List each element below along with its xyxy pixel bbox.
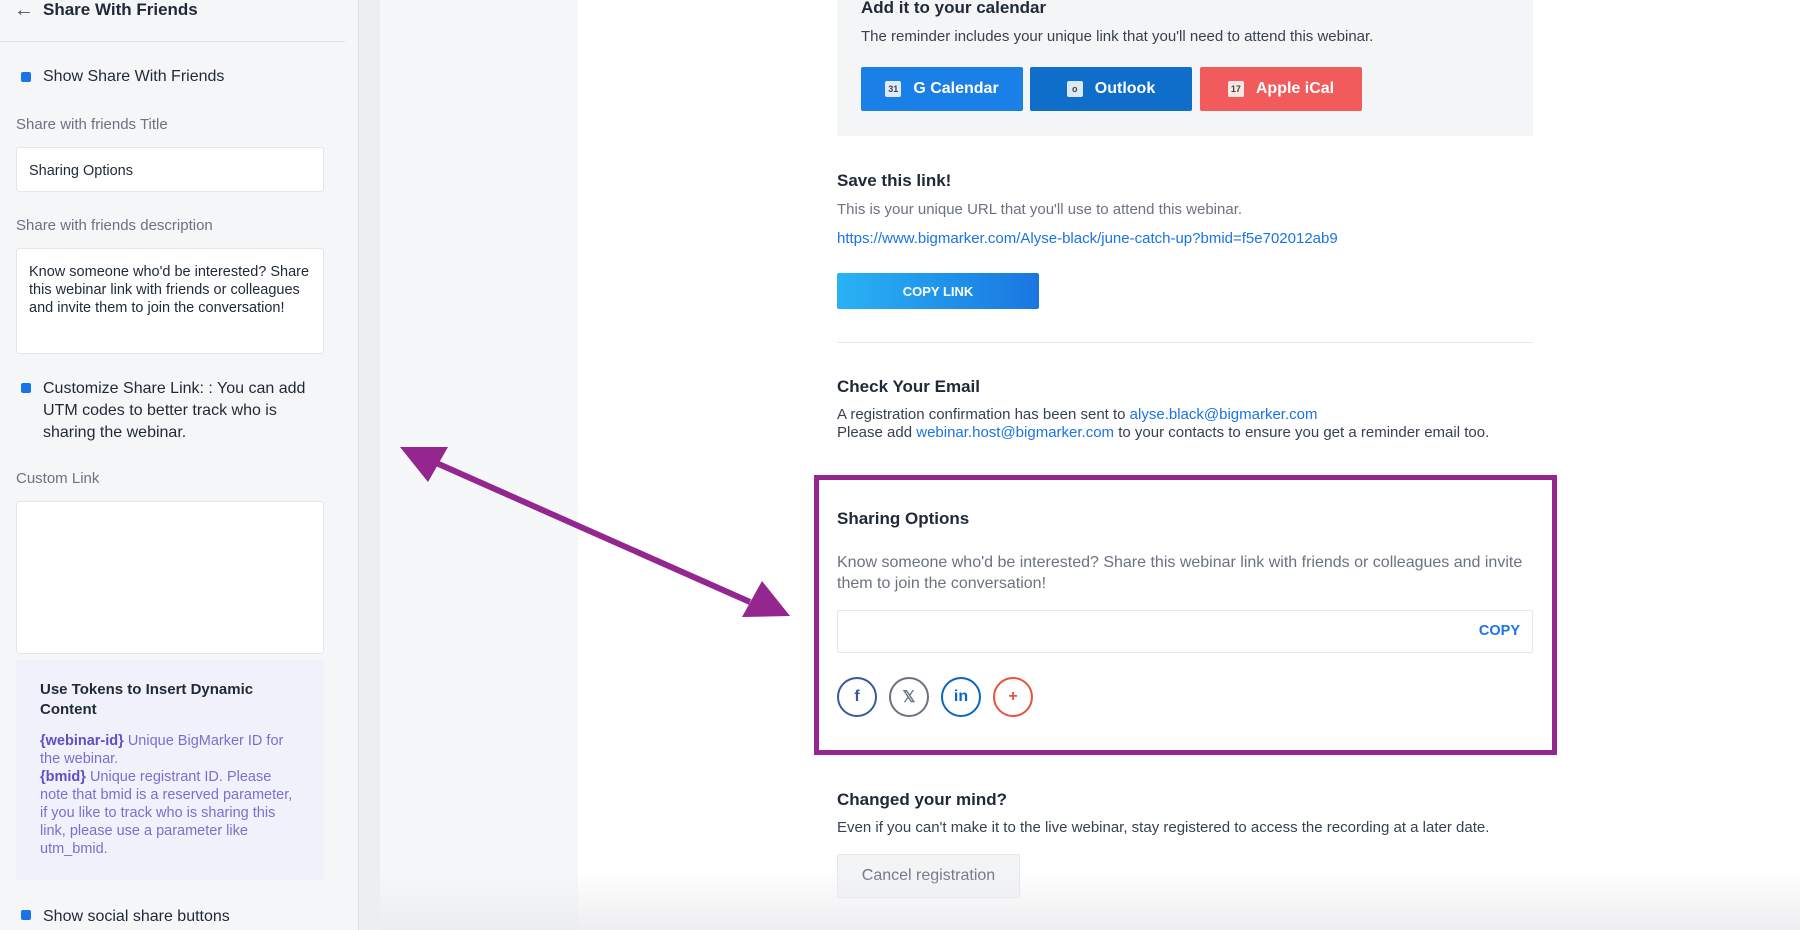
sidebar-divider: [358, 0, 380, 930]
email-confirmation-line: A registration confirmation has been sen…: [837, 406, 1317, 423]
show-social-label: Show social share buttons: [43, 908, 230, 925]
unique-url-link[interactable]: https://www.bigmarker.com/Alyse-black/ju…: [837, 230, 1338, 247]
settings-sidebar: ← Share With Friends Show Share With Fri…: [0, 0, 358, 930]
google-calendar-button[interactable]: 31 G Calendar: [861, 67, 1023, 111]
share-title-input[interactable]: Sharing Options: [16, 147, 324, 192]
sharing-options-description: Know someone who'd be interested? Share …: [837, 554, 1523, 592]
apple-ical-label: Apple iCal: [1255, 80, 1335, 97]
bottom-fade: [380, 870, 1800, 930]
custom-link-label: Custom Link: [16, 470, 100, 487]
show-social-checkbox[interactable]: [21, 910, 31, 920]
sidebar-title: Share With Friends: [43, 0, 198, 19]
share-desc-textarea[interactable]: Know someone who'd be interested? Share …: [16, 248, 324, 354]
changed-mind-title: Changed your mind?: [837, 790, 1007, 809]
outlook-icon: o: [1066, 81, 1083, 97]
email-reminder-line: Please add webinar.host@bigmarker.com to…: [837, 424, 1489, 441]
calendar-title: Add it to your calendar: [861, 0, 1047, 17]
google-calendar-icon: 31: [885, 81, 902, 97]
outlook-button[interactable]: o Outlook: [1030, 67, 1192, 111]
share-title-label: Share with friends Title: [16, 116, 168, 133]
google-calendar-label: G Calendar: [913, 80, 999, 97]
host-email-link[interactable]: webinar.host@bigmarker.com: [916, 424, 1114, 441]
token-webinar-id: {webinar-id}: [40, 733, 124, 749]
x-twitter-icon[interactable]: 𝕏: [889, 677, 929, 717]
check-email-title: Check Your Email: [837, 377, 980, 396]
email-line1-text: A registration confirmation has been sen…: [837, 406, 1130, 423]
show-share-checkbox[interactable]: [21, 72, 31, 82]
add-to-calendar-section: Add it to your calendar The reminder inc…: [837, 0, 1533, 136]
facebook-icon[interactable]: f: [837, 677, 877, 717]
more-share-icon[interactable]: +: [993, 677, 1033, 717]
customize-link-checkbox[interactable]: [21, 383, 31, 393]
apple-ical-button[interactable]: 17 Apple iCal: [1200, 67, 1362, 111]
linkedin-icon[interactable]: in: [941, 677, 981, 717]
token-bmid: {bmid}: [40, 769, 86, 785]
calendar-description: The reminder includes your unique link t…: [861, 28, 1374, 45]
copy-link-button[interactable]: COPY LINK: [837, 273, 1039, 309]
customize-link-label: Customize Share Link: : You can add UTM …: [43, 380, 306, 441]
email-line2-suffix: to your contacts to ensure you get a rem…: [1114, 424, 1490, 441]
share-desc-label: Share with friends description: [16, 217, 213, 234]
back-arrow-icon[interactable]: ←: [14, 0, 34, 20]
registrant-email-link[interactable]: alyse.black@bigmarker.com: [1130, 406, 1318, 423]
tokens-description: {webinar-id} Unique BigMarker ID for the…: [40, 732, 300, 858]
changed-mind-description: Even if you can't make it to the live we…: [837, 819, 1490, 836]
outlook-label: Outlook: [1094, 80, 1156, 97]
cancel-registration-button[interactable]: Cancel registration: [837, 854, 1020, 898]
tokens-title: Use Tokens to Insert Dynamic Content: [40, 681, 254, 718]
email-line2-prefix: Please add: [837, 424, 917, 441]
show-share-label: Show Share With Friends: [43, 68, 225, 85]
double-arrow-annotation: [400, 447, 790, 617]
tokens-help-box: Use Tokens to Insert Dynamic Content {we…: [16, 660, 324, 880]
share-copy-button[interactable]: COPY: [1479, 623, 1520, 639]
section-divider: [837, 342, 1533, 343]
sharing-options-title: Sharing Options: [837, 509, 970, 528]
apple-ical-icon: 17: [1227, 81, 1244, 97]
sidebar-header: ← Share With Friends: [0, 0, 345, 42]
share-link-field[interactable]: COPY: [837, 610, 1533, 653]
save-link-description: This is your unique URL that you'll use …: [837, 201, 1243, 218]
save-link-title: Save this link!: [837, 171, 952, 190]
custom-link-textarea[interactable]: [16, 501, 324, 654]
